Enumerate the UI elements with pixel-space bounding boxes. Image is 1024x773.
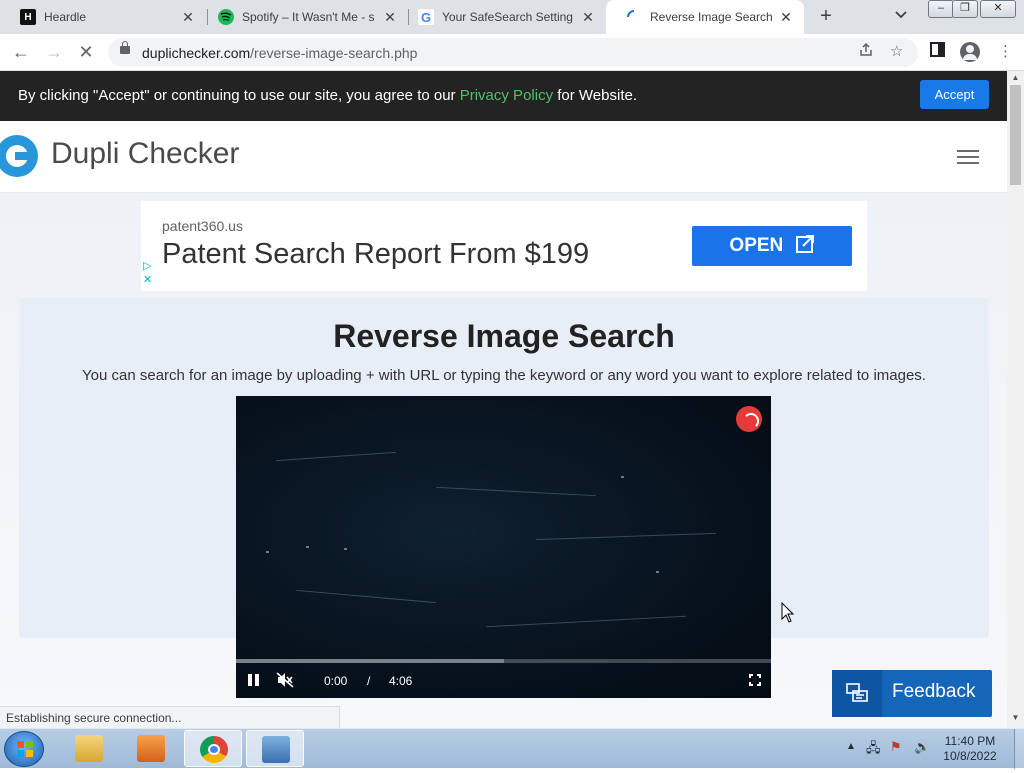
folder-icon [75,735,103,762]
close-tab-icon[interactable]: ✕ [776,9,796,26]
video-buffered-bar [236,659,504,663]
google-favicon-icon: G [418,9,434,25]
tab-title: Heardle [44,10,87,24]
feedback-label: Feedback [892,681,976,702]
video-progress-bar[interactable] [236,659,771,663]
taskbar-control-panel[interactable] [246,730,304,767]
heardle-favicon-icon: H [20,9,36,25]
fullscreen-icon[interactable] [748,673,762,687]
page-scrollbar[interactable]: ▲ ▼ [1007,71,1024,728]
accept-cookies-button[interactable]: Accept [920,80,989,109]
ad-headline[interactable]: Patent Search Report From $199 [162,238,589,271]
player-brand-icon[interactable] [736,406,762,432]
tab-safesearch[interactable]: G Your SafeSearch Setting ✕ [398,0,606,34]
feedback-button[interactable]: Feedback [832,670,992,717]
privacy-policy-link[interactable]: Privacy Policy [460,87,553,104]
video-frame-detail [436,486,596,497]
main-content: patent360.us Patent Search Report From $… [0,193,1007,728]
new-tab-button[interactable]: + [814,5,838,29]
external-link-icon [795,235,814,253]
page-viewport: By clicking "Accept" or continuing to us… [0,71,1024,728]
page-description: You can search for an image by uploading… [82,367,926,384]
page-title: Reverse Image Search [333,318,675,354]
control-panel-icon [262,736,290,763]
tab-title: Reverse Image Search - F [650,10,776,24]
scroll-up-icon[interactable]: ▲ [1007,71,1024,85]
video-frame-detail [306,546,309,548]
mouse-cursor-icon [781,601,795,629]
video-frame-detail [536,532,716,541]
address-bar[interactable]: duplichecker.com/reverse-image-search.ph… [108,38,918,67]
close-window-button[interactable]: ✕ [980,0,1016,18]
site-header: Dupli Checker [0,121,1007,193]
tab-title: Spotify – It Wasn't Me - s [242,10,375,24]
start-button-icon[interactable] [4,731,44,767]
scrollbar-thumb[interactable] [1010,85,1021,185]
bookmark-star-icon[interactable]: ☆ [890,42,903,60]
minimize-button[interactable]: – [928,0,954,18]
action-center-icon[interactable]: ⚑ [890,739,902,755]
tab-search-dropdown-icon[interactable] [895,8,907,22]
tab-spotify[interactable]: Spotify – It Wasn't Me - s ✕ [198,0,408,34]
restore-button[interactable]: ❐ [952,0,978,18]
browser-status-bar: Establishing secure connection... [0,706,340,728]
taskbar-explorer[interactable] [60,730,118,767]
tab-heardle[interactable]: H Heardle ✕ [0,0,206,34]
url-text[interactable]: duplichecker.com/reverse-image-search.ph… [142,45,417,61]
clock-time: 11:40 PM [944,734,996,748]
ad-open-button[interactable]: OPEN [692,226,852,266]
video-frame-detail [344,548,347,550]
lock-icon[interactable] [120,41,130,54]
video-frame-detail [296,589,436,604]
forward-icon[interactable]: → [42,40,66,64]
spotify-favicon-icon [218,9,234,25]
media-player-icon [137,735,165,762]
close-tab-icon[interactable]: ✕ [178,9,198,26]
show-hidden-icons-icon[interactable]: ▲ [846,741,856,752]
scroll-down-icon[interactable]: ▼ [1007,711,1024,725]
more-menu-icon[interactable]: ⋮ [998,42,1013,60]
close-tab-icon[interactable]: ✕ [380,9,400,26]
tab-strip: H Heardle ✕ Spotify – It Wasn't Me - s ✕… [0,0,1024,34]
video-current-time: 0:00 [324,674,348,688]
side-panel-icon[interactable] [930,42,945,61]
video-player[interactable]: 0:00 / 4:06 [236,396,771,698]
loading-spinner-icon [626,9,642,25]
taskbar-media-player[interactable] [122,730,180,767]
windows-taskbar: ▲ 🖧 ⚑ 🔊 11:40 PM 10/8/2022 [0,728,1024,769]
clock-date: 10/8/2022 [943,749,997,763]
taskbar-chrome[interactable] [184,730,242,767]
profile-avatar-icon[interactable] [960,42,980,62]
video-time-separator: / [367,674,371,688]
back-icon[interactable]: ← [9,40,33,64]
adchoices-icon[interactable]: ▷ ✕ [143,259,152,287]
ad-banner[interactable]: patent360.us Patent Search Report From $… [141,201,867,291]
dupli-checker-logo-icon[interactable] [0,135,38,177]
video-frame-detail [486,615,686,628]
stop-loading-icon[interactable]: ✕ [74,40,98,64]
muted-volume-icon[interactable] [276,672,294,691]
video-frame-detail [266,551,269,553]
taskbar-clock[interactable]: 11:40 PM 10/8/2022 [930,734,1010,764]
volume-icon[interactable]: 🔊 [914,739,930,755]
video-frame-detail [656,571,659,573]
video-duration: 4:06 [389,674,413,688]
chrome-icon [200,736,228,763]
tab-title: Your SafeSearch Setting [442,10,573,24]
hamburger-menu-icon[interactable] [957,150,979,164]
show-desktop-button[interactable] [1014,729,1024,769]
share-icon[interactable] [858,42,874,62]
feedback-icon [832,670,882,717]
site-logo-text[interactable]: Dupli Checker [51,137,239,171]
cookie-message: By clicking "Accept" or continuing to us… [18,87,637,104]
cookie-banner: By clicking "Accept" or continuing to us… [0,71,1007,121]
browser-toolbar: ← → ✕ duplichecker.com/reverse-image-sea… [0,34,1024,71]
video-frame-detail [621,476,624,478]
pause-icon[interactable] [248,674,259,686]
tab-reverse-image-search[interactable]: Reverse Image Search - F ✕ [606,0,804,34]
close-tab-icon[interactable]: ✕ [578,9,598,26]
network-icon[interactable]: 🖧 [866,739,881,761]
video-frame-detail [276,451,396,462]
ad-domain[interactable]: patent360.us [162,218,243,234]
